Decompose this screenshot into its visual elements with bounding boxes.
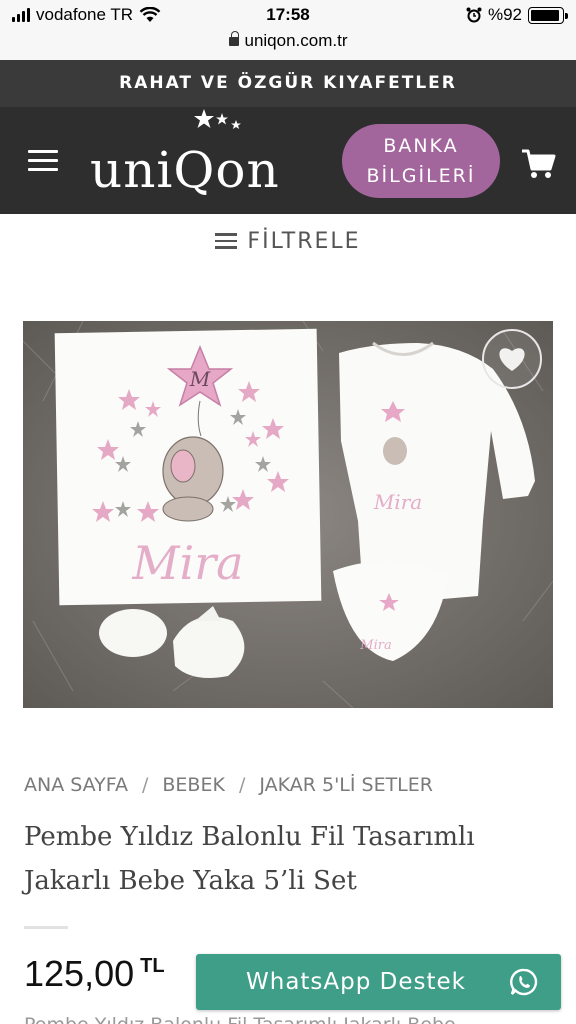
product-price: 125,00 TL	[24, 953, 165, 995]
site-logo[interactable]: uniQon	[90, 107, 320, 214]
whatsapp-label: WhatsApp Destek	[246, 969, 466, 995]
bank-button-line1: BANKA	[383, 135, 459, 157]
breadcrumb-separator: /	[141, 774, 149, 796]
list-icon	[215, 233, 238, 249]
breadcrumb-category[interactable]: JAKAR 5'Lİ SETLER	[259, 774, 433, 796]
price-amount: 125,00	[24, 953, 135, 994]
bank-button-line2: BİLGİLERİ	[366, 165, 476, 187]
product-short-description: Pembe Yıldız Balonlu Fil Tasarımlı Jakar…	[24, 1014, 456, 1024]
battery-fill	[531, 9, 559, 21]
product-title-line1: Pembe Yıldız Balonlu Fil Tasarımlı	[24, 822, 475, 852]
whatsapp-icon	[510, 968, 538, 996]
breadcrumb-separator: /	[238, 774, 246, 796]
menu-icon[interactable]	[28, 150, 58, 172]
heart-icon	[499, 348, 525, 371]
cart-icon[interactable]	[520, 145, 556, 181]
battery-percent: %92	[487, 5, 522, 24]
site-header: uniQon BANKA BİLGİLERİ	[0, 107, 576, 214]
title-divider	[24, 926, 68, 929]
announcement-bar: RAHAT VE ÖZGÜR KIYAFETLER	[0, 60, 576, 107]
product-photo: M Mira Mira Mira	[23, 321, 553, 708]
price-currency: TL	[140, 955, 165, 977]
address-bar[interactable]: uniqon.com.tr	[0, 30, 576, 60]
breadcrumb-baby[interactable]: BEBEK	[162, 774, 225, 796]
wishlist-button[interactable]	[482, 329, 542, 389]
status-bar: vodafone TR 17:58 %92	[0, 0, 576, 30]
breadcrumb: ANA SAYFA / BEBEK / JAKAR 5'Lİ SETLER	[24, 774, 433, 796]
blanket-name: Mira	[131, 536, 243, 590]
logo-stars-icon	[194, 109, 241, 129]
lock-icon	[228, 31, 239, 46]
filter-button[interactable]: FİLTRELE	[0, 214, 576, 270]
logo-text: uniQon	[90, 141, 280, 199]
breadcrumb-home[interactable]: ANA SAYFA	[24, 774, 128, 796]
filter-label: FİLTRELE	[247, 229, 361, 254]
product-image[interactable]: M Mira Mira Mira	[23, 321, 553, 708]
romper-name: Mira	[373, 490, 422, 514]
alarm-icon	[466, 7, 482, 23]
product-title-line2: Jakarlı Bebe Yaka 5’li Set	[24, 866, 357, 896]
url-text: uniqon.com.tr	[244, 31, 348, 50]
balloon-letter: M	[189, 367, 211, 391]
whatsapp-support-button[interactable]: WhatsApp Destek	[196, 954, 561, 1010]
battery-icon	[528, 6, 568, 24]
bank-info-button[interactable]: BANKA BİLGİLERİ	[342, 124, 500, 198]
bib-name: Mira	[359, 638, 391, 653]
status-right: %92	[466, 5, 568, 25]
product-title: Pembe Yıldız Balonlu Fil Tasarımlı Jakar…	[24, 815, 554, 903]
